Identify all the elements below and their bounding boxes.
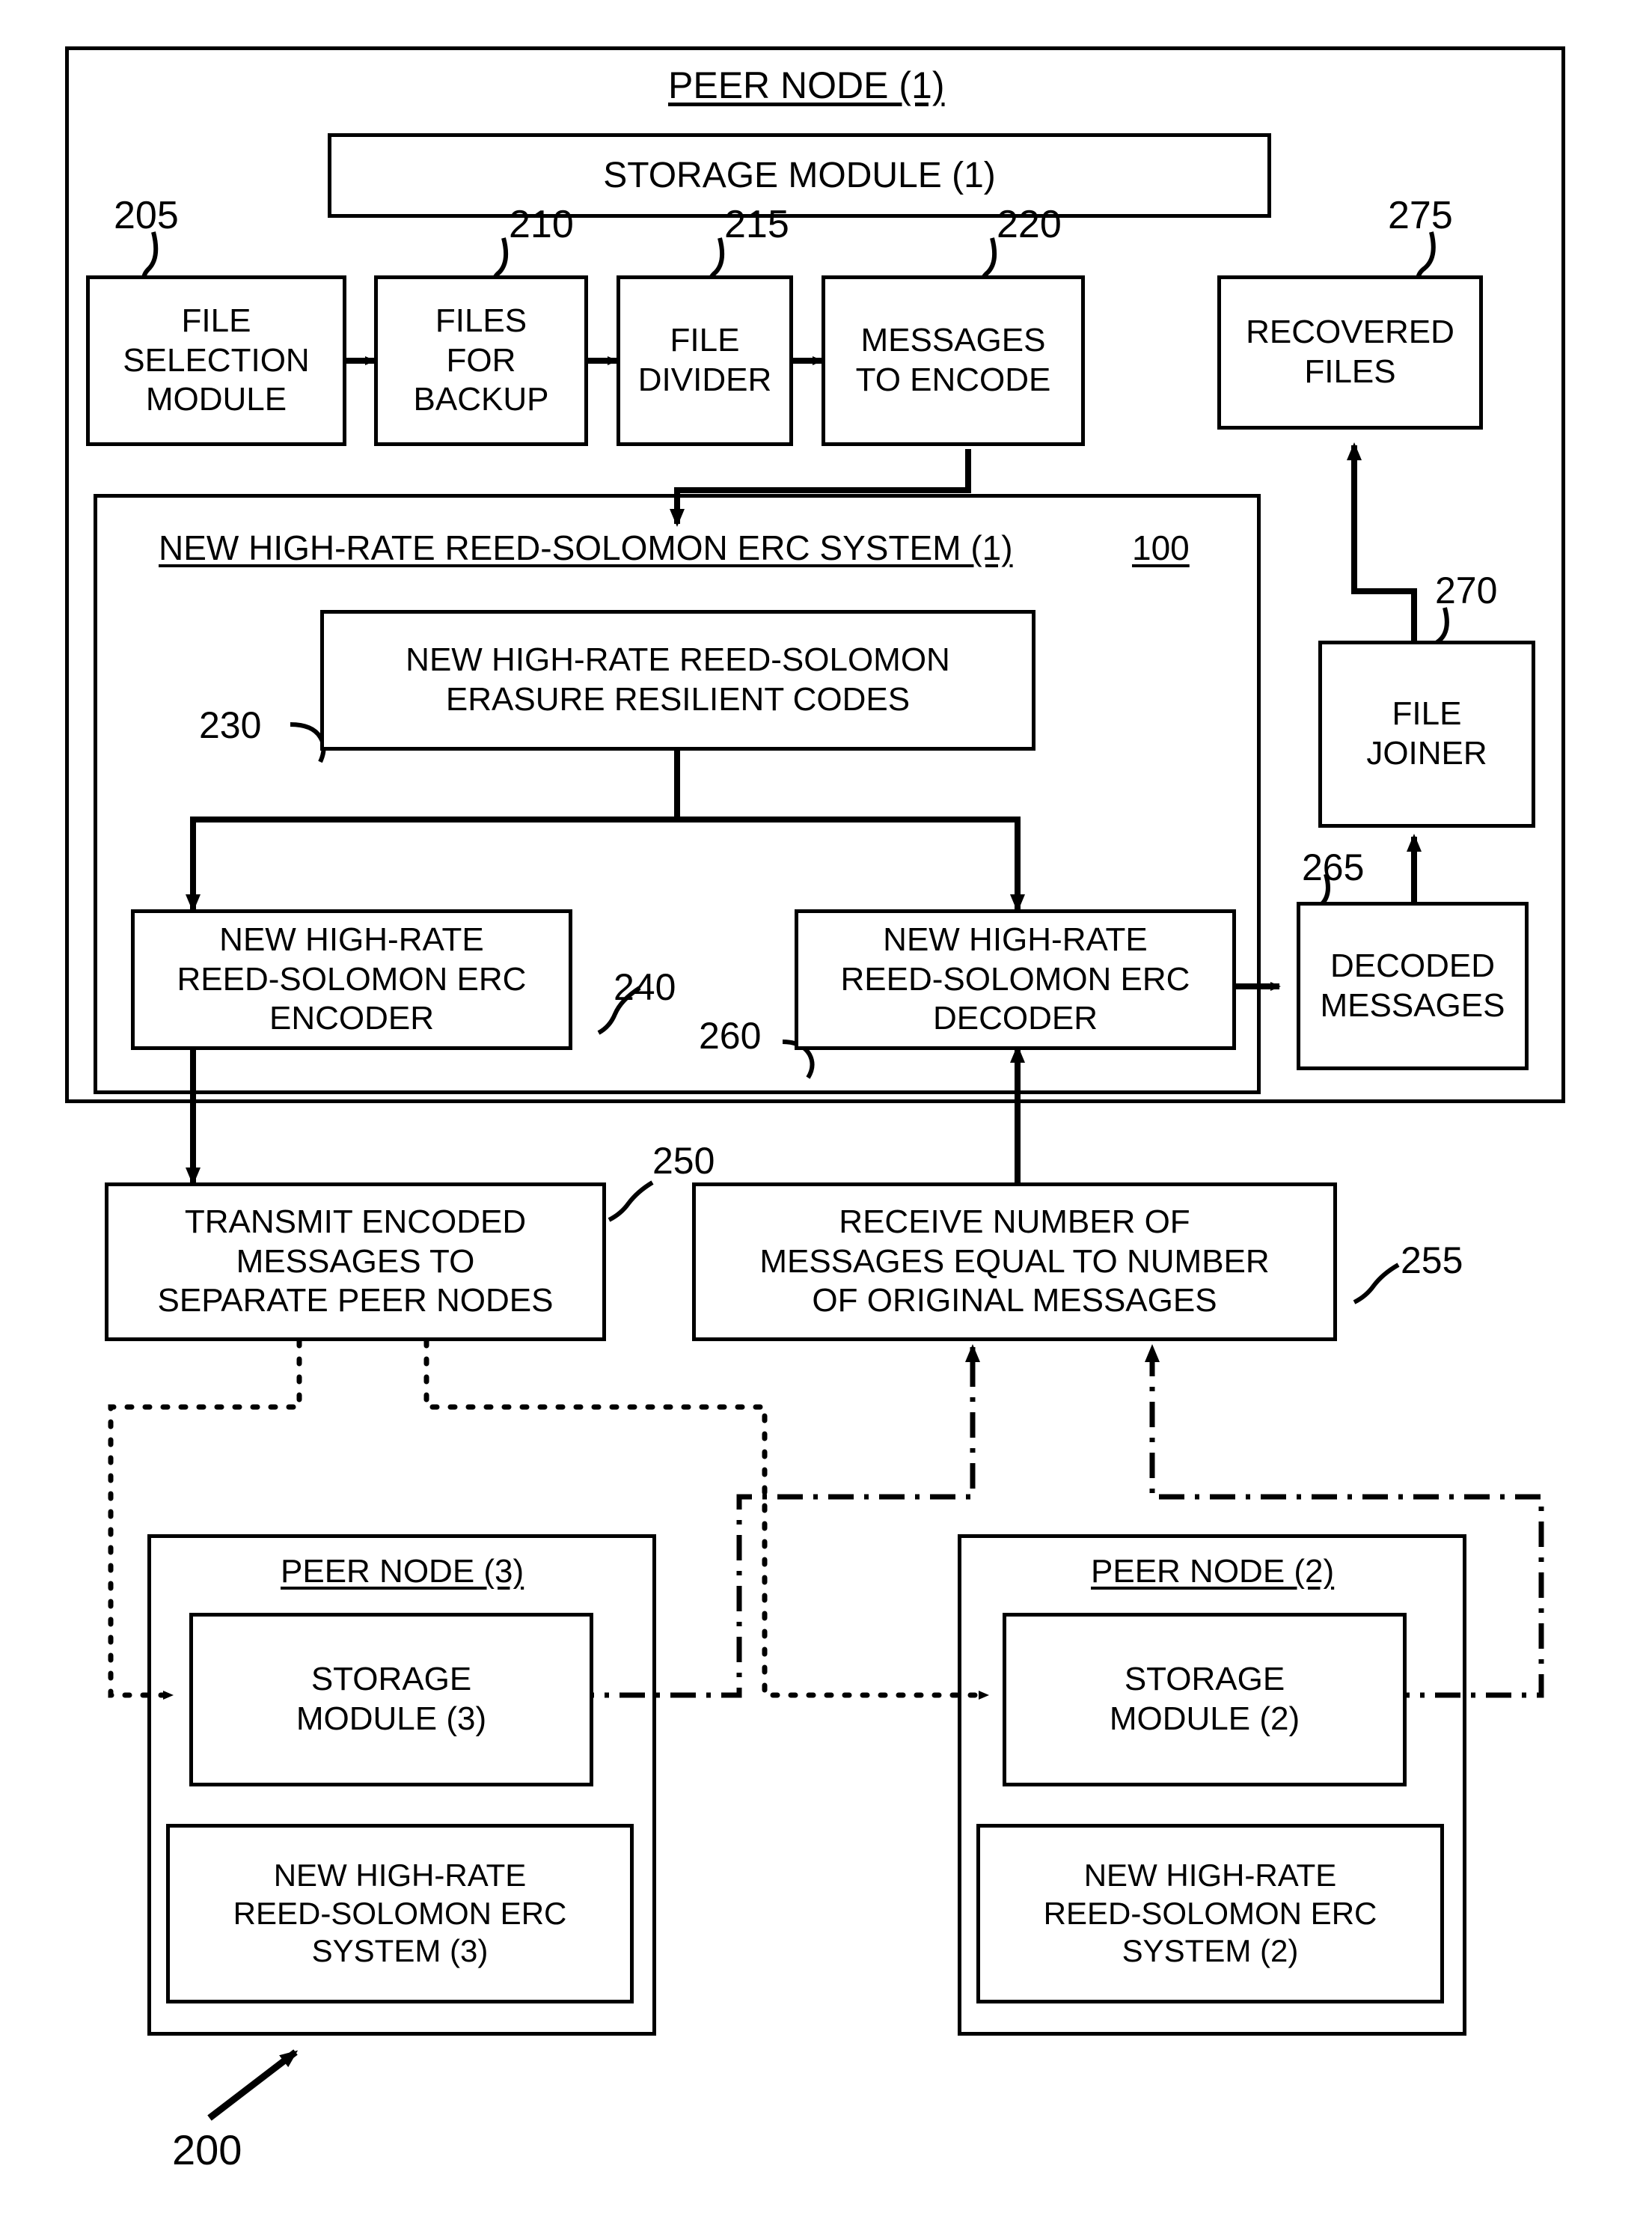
ref-270: 270 [1435,570,1498,611]
transmit-encoded-messages-label: TRANSMIT ENCODED MESSAGES TO SEPARATE PE… [157,1203,554,1319]
erc-system-1-ref: 100 [1132,528,1190,567]
ref-260: 260 [699,1015,762,1057]
ref-215: 215 [724,203,789,246]
ref-210: 210 [509,203,574,246]
erc-encoder-box: NEW HIGH-RATE REED-SOLOMON ERC ENCODER [131,909,572,1050]
file-joiner-box: FILE JOINER [1318,641,1535,828]
peer-node-3-title: PEER NODE (3) [281,1553,524,1590]
file-selection-module-label: FILE SELECTION MODULE [123,302,310,418]
erc-system-2-label: NEW HIGH-RATE REED-SOLOMON ERC SYSTEM (2… [1043,1858,1377,1969]
erc-decoder-box: NEW HIGH-RATE REED-SOLOMON ERC DECODER [795,909,1236,1050]
storage-module-1-box: STORAGE MODULE (1) [328,133,1271,218]
transmit-encoded-messages-box: TRANSMIT ENCODED MESSAGES TO SEPARATE PE… [105,1182,606,1341]
messages-to-encode-label: MESSAGES TO ENCODE [855,322,1051,398]
erc-system-3-label: NEW HIGH-RATE REED-SOLOMON ERC SYSTEM (3… [233,1858,567,1969]
erasure-resilient-codes-box: NEW HIGH-RATE REED-SOLOMON ERASURE RESIL… [320,610,1035,751]
files-for-backup-label: FILES FOR BACKUP [413,302,549,418]
storage-module-1-label: STORAGE MODULE (1) [603,155,996,195]
figure-canvas: PEER NODE (1) STORAGE MODULE (1) 205 210… [0,0,1652,2228]
erc-decoder-label: NEW HIGH-RATE REED-SOLOMON ERC DECODER [840,921,1190,1037]
receive-messages-label: RECEIVE NUMBER OF MESSAGES EQUAL TO NUMB… [759,1203,1270,1319]
file-joiner-label: FILE JOINER [1366,695,1487,772]
decoded-messages-label: DECODED MESSAGES [1320,947,1505,1024]
storage-module-2-label: STORAGE MODULE (2) [1109,1661,1300,1737]
erc-encoder-label: NEW HIGH-RATE REED-SOLOMON ERC ENCODER [177,921,527,1037]
peer-node-1-title: PEER NODE (1) [668,64,945,106]
files-for-backup-box: FILES FOR BACKUP [374,275,588,446]
ref-230: 230 [199,704,262,746]
ref-250: 250 [652,1140,715,1182]
recovered-files-label: RECOVERED FILES [1246,314,1454,390]
messages-to-encode-box: MESSAGES TO ENCODE [822,275,1085,446]
erc-system-3-box: NEW HIGH-RATE REED-SOLOMON ERC SYSTEM (3… [166,1824,634,2003]
receive-messages-box: RECEIVE NUMBER OF MESSAGES EQUAL TO NUMB… [692,1182,1337,1341]
decoded-messages-box: DECODED MESSAGES [1297,902,1529,1070]
storage-module-2-box: STORAGE MODULE (2) [1003,1613,1407,1786]
ref-255: 255 [1401,1239,1463,1281]
erc-system-1-title: NEW HIGH-RATE REED-SOLOMON ERC SYSTEM (1… [159,528,1013,567]
storage-module-3-label: STORAGE MODULE (3) [296,1661,487,1737]
erc-system-2-box: NEW HIGH-RATE REED-SOLOMON ERC SYSTEM (2… [976,1824,1444,2003]
file-divider-label: FILE DIVIDER [637,322,772,398]
recovered-files-box: RECOVERED FILES [1217,275,1483,430]
figure-ref-200: 200 [172,2126,242,2173]
ref-205: 205 [114,194,179,237]
peer-node-2-title: PEER NODE (2) [1091,1553,1335,1590]
file-divider-box: FILE DIVIDER [617,275,793,446]
ref-275: 275 [1388,194,1453,237]
ref-265: 265 [1302,846,1365,888]
file-selection-module-box: FILE SELECTION MODULE [86,275,346,446]
ref-240: 240 [614,966,676,1008]
ref-220: 220 [997,203,1062,246]
storage-module-3-box: STORAGE MODULE (3) [189,1613,593,1786]
erasure-resilient-codes-label: NEW HIGH-RATE REED-SOLOMON ERASURE RESIL… [406,641,950,718]
